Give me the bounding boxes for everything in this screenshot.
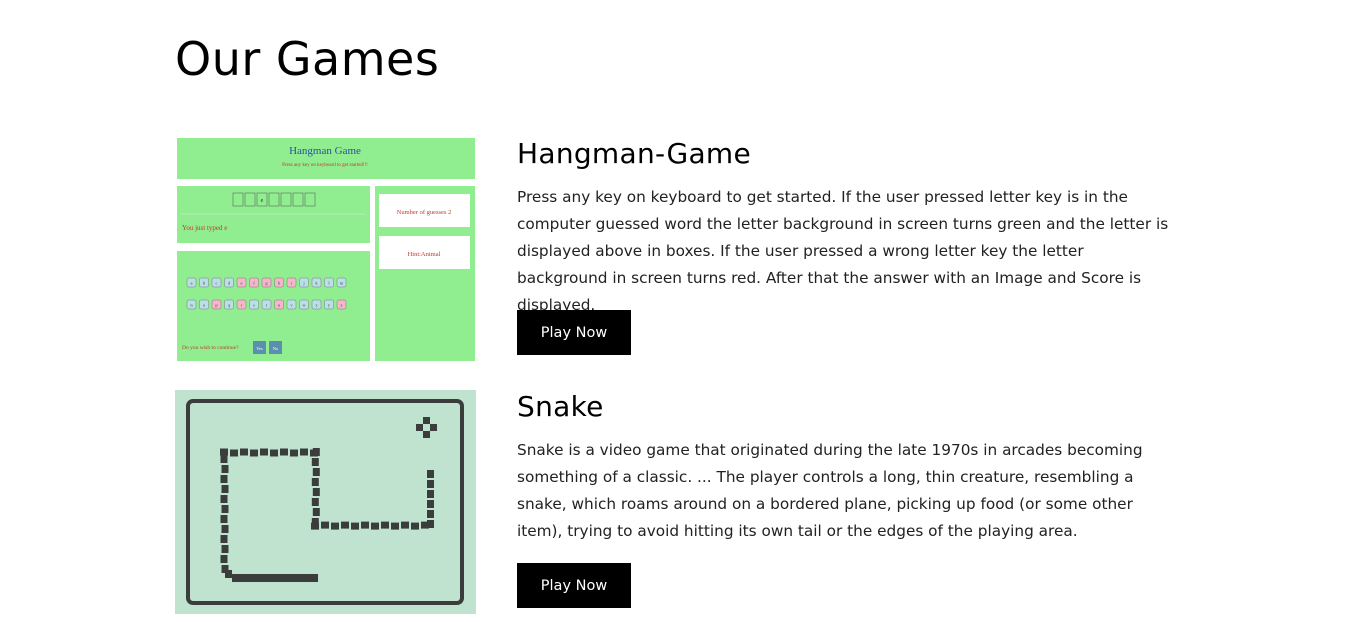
play-now-button-snake[interactable]: Play Now <box>517 563 631 608</box>
snake-segment <box>341 521 349 529</box>
snake-segment <box>381 521 389 529</box>
word-box-letter: e <box>261 198 264 204</box>
game-description: Snake is a video game that originated du… <box>517 441 1143 540</box>
thumb-hint: Hint:Animal <box>408 251 441 258</box>
snake-segment <box>221 565 229 573</box>
snake-thumbnail <box>175 390 476 614</box>
snake-segment <box>270 449 278 457</box>
thumb-heading: Hangman Game <box>289 145 361 157</box>
word-box <box>232 192 244 207</box>
snake-segment <box>411 522 419 530</box>
key-label: a <box>191 281 193 286</box>
snake-segment <box>220 555 228 563</box>
game-title: Hangman-Game <box>517 137 751 170</box>
snake-segment <box>312 468 320 476</box>
snake-segment <box>221 465 229 473</box>
key-label: m <box>340 281 344 286</box>
hangman-thumbnail-image: Hangman Game Press any key on keyboard t… <box>175 137 476 361</box>
snake-segment <box>260 448 268 456</box>
word-boxes: e <box>232 192 316 207</box>
snake-segment <box>280 448 288 456</box>
snake-segment <box>427 490 434 498</box>
thumb-guesses: Number of guesses 2 <box>397 209 452 216</box>
snake-segment <box>240 448 248 456</box>
snake-segment <box>220 455 228 463</box>
snake-segment <box>230 449 238 457</box>
snake-segment <box>220 535 228 543</box>
snake-segment <box>311 522 319 530</box>
thumb-no: No <box>273 346 279 351</box>
snake-segment <box>290 449 298 457</box>
thumb-typed-text: You just typed e <box>182 224 227 232</box>
snake-thumbnail-image <box>175 390 476 614</box>
snake-segment <box>311 458 319 466</box>
snake-segment <box>311 498 319 506</box>
word-box <box>244 192 256 207</box>
snake-segment <box>221 485 229 493</box>
key-label: s <box>253 303 255 308</box>
snake-segment <box>312 508 320 516</box>
snake-segment <box>220 475 228 483</box>
word-box <box>268 192 280 207</box>
snake-segment <box>427 500 434 508</box>
snake-segment <box>351 522 359 530</box>
hangman-thumbnail: Hangman Game Press any key on keyboard t… <box>175 137 476 361</box>
snake-segment <box>250 449 258 457</box>
snake-segment <box>427 510 434 518</box>
snake-segment <box>312 488 320 496</box>
snake-segment <box>391 522 399 530</box>
snake-segment <box>221 505 229 513</box>
key-label: c <box>216 281 218 286</box>
thumb-subheading: Press any key on keyboard to get started… <box>282 163 368 168</box>
snake-segment <box>311 478 319 486</box>
snake-segment <box>427 520 434 528</box>
snake-segment <box>361 521 369 529</box>
snake-segment <box>221 545 229 553</box>
snake-segment <box>321 521 329 529</box>
snake-segment <box>220 448 228 456</box>
game-info-hangman: Hangman-Game Press any key on keyboard t… <box>517 137 1177 355</box>
play-now-button-hangman[interactable]: Play Now <box>517 310 631 355</box>
snake-segment <box>221 525 229 533</box>
key-label: z <box>341 303 343 308</box>
snake-segment <box>275 574 318 582</box>
snake-segment <box>401 521 409 529</box>
game-title: Snake <box>517 390 604 423</box>
game-info-snake: Snake Snake is a video game that origina… <box>517 390 1177 608</box>
thumb-yes: Yes <box>256 346 263 351</box>
key-label: e <box>241 281 243 286</box>
snake-segment <box>427 470 434 478</box>
game-description: Press any key on keyboard to get started… <box>517 188 1169 314</box>
snake-segment <box>427 480 434 488</box>
snake-segment <box>220 495 228 503</box>
word-box <box>280 192 292 207</box>
snake-segment <box>220 515 228 523</box>
snake-segment <box>300 448 308 456</box>
snake-segment <box>371 522 379 530</box>
snake-segment <box>312 448 320 456</box>
thumb-continue: Do you wish to continue? <box>182 345 239 351</box>
key-label: j <box>302 281 304 286</box>
snake-segment <box>331 522 339 530</box>
page-title: Our Games <box>175 32 440 86</box>
snake-segment <box>232 574 275 582</box>
word-box <box>304 192 316 207</box>
word-box <box>292 192 304 207</box>
